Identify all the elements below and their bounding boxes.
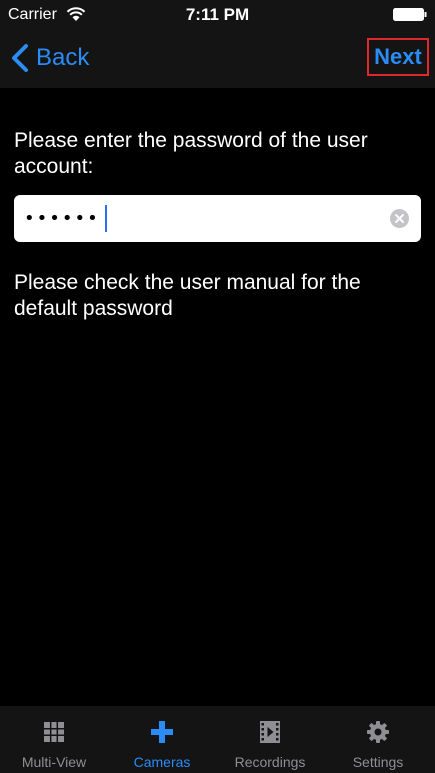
password-input[interactable]: [24, 195, 384, 242]
tab-multi-view[interactable]: Multi-View: [0, 706, 108, 773]
tab-label: Recordings: [234, 754, 306, 770]
chevron-left-icon: [12, 44, 28, 72]
text-cursor: [105, 205, 107, 232]
tab-label: Settings: [352, 754, 404, 770]
status-bar: Carrier 7:11 PM: [0, 0, 435, 32]
password-field-container: [14, 195, 421, 242]
top-bar: Carrier 7:11 PM Back Next: [0, 0, 435, 88]
back-button-label: Back: [36, 44, 90, 71]
tab-label: Cameras: [133, 754, 191, 770]
next-button[interactable]: Next: [367, 38, 429, 76]
film-icon: [260, 721, 280, 743]
navigation-bar: Back Next: [0, 32, 435, 88]
back-button[interactable]: Back: [10, 42, 89, 74]
tab-settings[interactable]: Settings: [324, 706, 432, 773]
plus-icon: [151, 721, 173, 743]
gear-icon: [367, 721, 389, 743]
tab-label: Multi-View: [21, 754, 87, 770]
tab-cameras[interactable]: Cameras: [108, 706, 216, 773]
clear-x-icon: [395, 214, 404, 223]
status-time: 7:11 PM: [185, 5, 250, 24]
tab-recordings[interactable]: Recordings: [216, 706, 324, 773]
default-password-hint: Please check the user manual for the def…: [14, 271, 361, 320]
battery-icon: [393, 8, 427, 21]
password-form: Please enter the password of the user ac…: [14, 128, 424, 322]
clear-text-button[interactable]: [390, 209, 409, 228]
tab-bar: Multi-View Cameras Recordings Settings: [0, 706, 435, 773]
grid-icon: [44, 722, 64, 742]
password-prompt: Please enter the password of the user ac…: [14, 129, 368, 178]
